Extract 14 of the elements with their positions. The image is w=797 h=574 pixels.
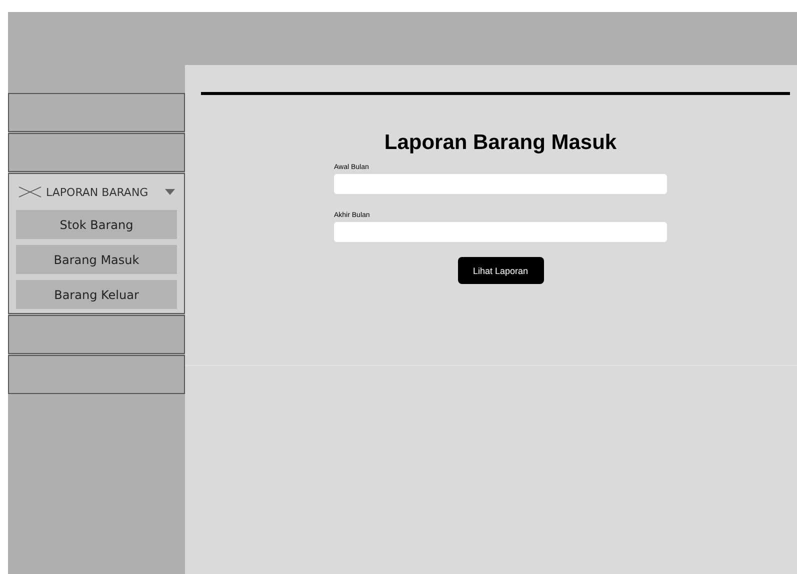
sidebar-subitem[interactable]: Barang Keluar xyxy=(16,280,177,309)
input-field[interactable] xyxy=(334,222,667,242)
image-placeholder-icon xyxy=(18,186,42,198)
sidebar-item[interactable] xyxy=(8,93,185,132)
sidebar-subitem[interactable]: Stok Barang xyxy=(16,210,177,239)
input-field[interactable] xyxy=(334,174,667,194)
sidebar-item[interactable] xyxy=(8,355,185,394)
view-report-button[interactable]: Lihat Laporan xyxy=(458,257,544,284)
sidebar-subitem[interactable]: Barang Masuk xyxy=(16,245,177,274)
sidebar-item[interactable] xyxy=(8,133,185,172)
caret-down-icon[interactable] xyxy=(165,189,175,195)
sidebar-item[interactable] xyxy=(8,315,185,354)
page-title: Laporan Barang Masuk xyxy=(383,131,618,155)
sidebar-group-label[interactable]: LAPORAN BARANG xyxy=(46,186,161,198)
